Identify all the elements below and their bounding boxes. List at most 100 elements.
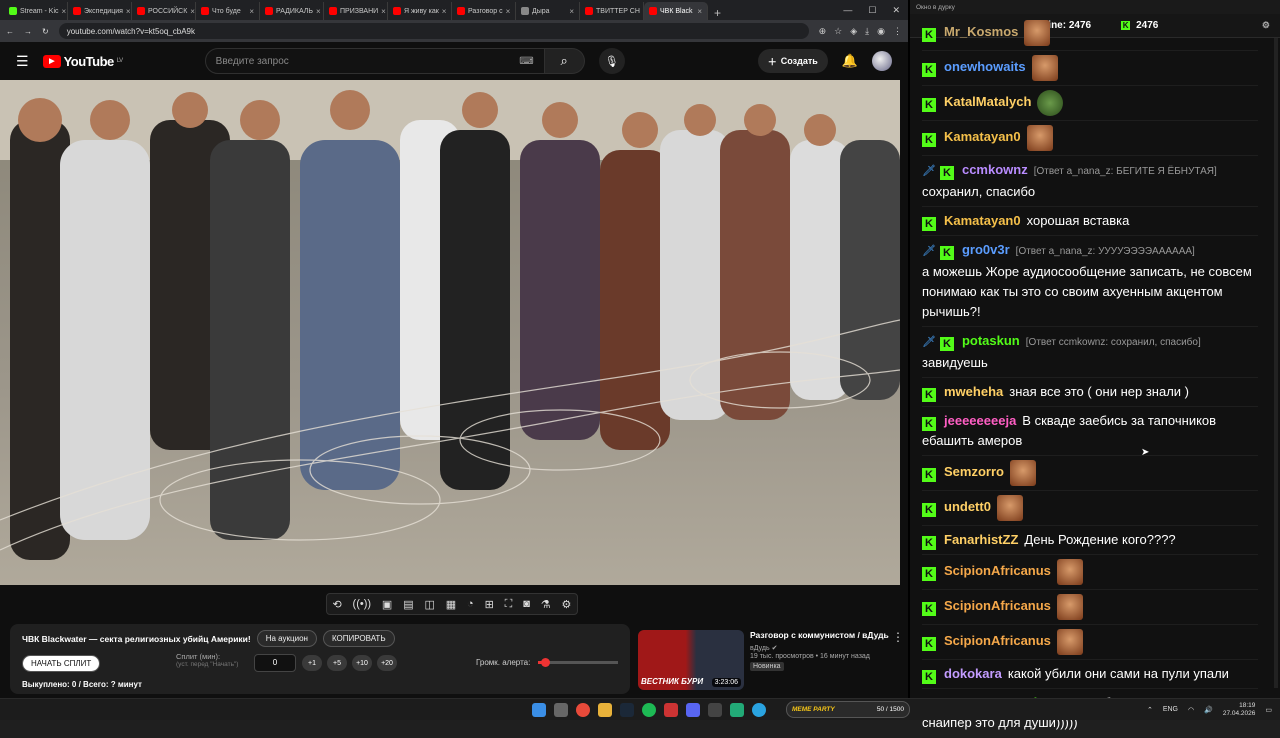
chat-username[interactable]: Kamatayan0 <box>944 213 1021 228</box>
recommended-title[interactable]: Разговор с коммунистом / вДудь <box>750 630 898 641</box>
add-minutes-button[interactable]: +10 <box>352 655 372 671</box>
minimize-icon[interactable]: — <box>843 5 852 16</box>
voice-search-button[interactable]: 🎙 <box>598 48 625 74</box>
picture-in-picture-icon[interactable]: ◫ <box>424 598 434 611</box>
browser-tab[interactable]: ТВИТТЕР СН× <box>580 2 644 20</box>
language-indicator[interactable]: ENG <box>1163 706 1178 713</box>
speed-icon[interactable]: ◔ <box>467 598 474 610</box>
bookmark-star-icon[interactable]: ☆ <box>834 26 842 37</box>
chat-username[interactable]: ScipionAfricanus <box>944 563 1051 578</box>
chrome-icon[interactable] <box>576 702 590 717</box>
chat-username[interactable]: undett0 <box>944 499 991 514</box>
browser-tab[interactable]: ПРИЗВАНИ × <box>324 2 388 20</box>
browser-tab[interactable]: Что буде × <box>196 2 260 20</box>
avatar[interactable] <box>872 51 892 71</box>
subtitles-icon[interactable]: ▦ <box>446 598 456 611</box>
meme-party-widget[interactable]: MEME PARTY 50 / 1500 <box>786 701 910 718</box>
add-minutes-button[interactable]: +20 <box>377 655 397 671</box>
chat-username[interactable]: jeeeeeeeeja <box>944 413 1016 428</box>
tab-close-icon[interactable]: × <box>249 7 254 16</box>
start-split-button[interactable]: НАЧАТЬ СПЛИТ <box>22 655 101 672</box>
tab-close-icon[interactable]: × <box>442 7 447 16</box>
search-taskbar-icon[interactable] <box>554 702 568 717</box>
tab-close-icon[interactable]: × <box>506 7 511 16</box>
chat-username[interactable]: mweheha <box>944 384 1003 399</box>
wifi-icon[interactable]: ◠ <box>1188 706 1194 714</box>
add-icon[interactable]: ⊞ <box>485 598 494 611</box>
youtube-logo[interactable]: ▶ YouTube LV <box>42 54 123 69</box>
chat-username[interactable]: Semzorro <box>944 464 1004 479</box>
video-player[interactable] <box>0 80 900 585</box>
gear-icon[interactable]: ⚙ <box>562 598 572 611</box>
discord-icon[interactable] <box>686 702 700 717</box>
forward-icon[interactable]: → <box>24 27 32 36</box>
browser-tab[interactable]: Я живу как × <box>388 2 452 20</box>
folder-icon[interactable] <box>598 702 612 717</box>
chat-username[interactable]: KatalMatalych <box>944 94 1031 109</box>
tab-close-icon[interactable]: × <box>62 7 67 16</box>
copy-button[interactable]: КОПИРОВАТЬ <box>322 630 395 647</box>
browser-tab[interactable]: Экспедиция × <box>68 2 132 20</box>
new-tab-button[interactable]: + <box>708 6 727 20</box>
broadcast-icon[interactable]: ((•)) <box>353 598 372 610</box>
browser-tab[interactable]: РАДИКАЛЬ × <box>260 2 324 20</box>
recommended-video[interactable]: ВЕСТНИК БУРИ 3:23:06 Разговор с коммунис… <box>638 630 904 694</box>
tray-chevron-icon[interactable]: ⌃ <box>1147 706 1153 714</box>
browser-tab[interactable]: Дыра × <box>516 2 580 20</box>
clock[interactable]: 18:19 27.04.2026 <box>1223 702 1256 718</box>
video-settings-icon[interactable]: ▣ <box>382 598 392 611</box>
hamburger-menu-icon[interactable]: ☰ <box>16 53 29 70</box>
add-minutes-button[interactable]: +1 <box>302 655 322 671</box>
search-button[interactable]: ⌕ <box>544 48 585 74</box>
film-icon[interactable]: ▤ <box>403 598 413 611</box>
chat-username[interactable]: potaskun <box>962 333 1020 348</box>
chat-username[interactable]: dokokara <box>944 666 1002 681</box>
add-minutes-button[interactable]: +5 <box>327 655 347 671</box>
chat-username[interactable]: FanarhistZZ <box>944 532 1018 547</box>
profile-icon[interactable]: ◉ <box>877 26 885 37</box>
auction-button[interactable]: На аукцион <box>256 630 317 647</box>
back-icon[interactable]: ← <box>6 27 14 36</box>
notifications-bell-icon[interactable]: 🔔 <box>842 53 858 69</box>
fullscreen-icon[interactable]: ⛶ <box>505 598 513 611</box>
volume-icon[interactable]: 🔊 <box>1204 706 1213 714</box>
menu-dots-icon[interactable]: ⋮ <box>893 26 902 37</box>
browser-tab[interactable]: Stream - Kic × <box>4 2 68 20</box>
start-icon[interactable] <box>532 702 546 717</box>
downloads-icon[interactable]: ⤓ <box>865 26 869 37</box>
loop-icon[interactable]: ⟲ <box>332 598 341 611</box>
flask-icon[interactable]: ⚗ <box>541 598 551 611</box>
more-options-icon[interactable]: ⋮ <box>892 630 904 644</box>
media-player-icon[interactable] <box>708 702 722 717</box>
tab-close-icon[interactable]: × <box>569 7 574 16</box>
recommended-thumbnail[interactable]: ВЕСТНИК БУРИ 3:23:06 <box>638 630 744 690</box>
opera-icon[interactable] <box>664 702 678 717</box>
url-field[interactable]: youtube.com/watch?v=kt5oq_cbA9k <box>58 23 809 39</box>
close-window-icon[interactable]: ✕ <box>892 5 900 16</box>
browser-tab[interactable]: ЧВК Black × <box>644 2 708 20</box>
chat-username[interactable]: ccmkownz <box>962 162 1028 177</box>
chat-scrollbar[interactable] <box>1274 38 1278 688</box>
tab-close-icon[interactable]: × <box>381 7 386 16</box>
spotify-icon[interactable] <box>642 702 656 717</box>
tab-close-icon[interactable]: × <box>126 7 131 16</box>
telegram-icon[interactable] <box>752 702 766 717</box>
chat-username[interactable]: ScipionAfricanus <box>944 633 1051 648</box>
steam-icon[interactable] <box>620 702 634 717</box>
chat-username[interactable]: ScipionAfricanus <box>944 598 1051 613</box>
app-icon[interactable] <box>730 702 744 717</box>
tab-close-icon[interactable]: × <box>190 7 195 16</box>
tab-close-icon[interactable]: × <box>316 7 321 16</box>
create-button[interactable]: ＋ Создать <box>757 49 828 73</box>
browser-tab[interactable]: Разговор с × <box>452 2 516 20</box>
zoom-icon[interactable]: ⊕ <box>819 26 827 37</box>
chat-username[interactable]: Mr_Kosmos <box>944 24 1018 39</box>
screenshot-icon[interactable]: ◙ <box>523 598 530 610</box>
chat-username[interactable]: onewhowaits <box>944 59 1026 74</box>
chat-username[interactable]: Kamatayan0 <box>944 129 1021 144</box>
browser-tab[interactable]: РОССИЙСК × <box>132 2 196 20</box>
alert-volume-slider[interactable] <box>538 658 619 667</box>
channel-name[interactable]: вДудь <box>750 645 770 652</box>
chat-username[interactable]: gro0v3r <box>962 242 1010 257</box>
extension-icon[interactable]: ◈ <box>850 26 857 37</box>
